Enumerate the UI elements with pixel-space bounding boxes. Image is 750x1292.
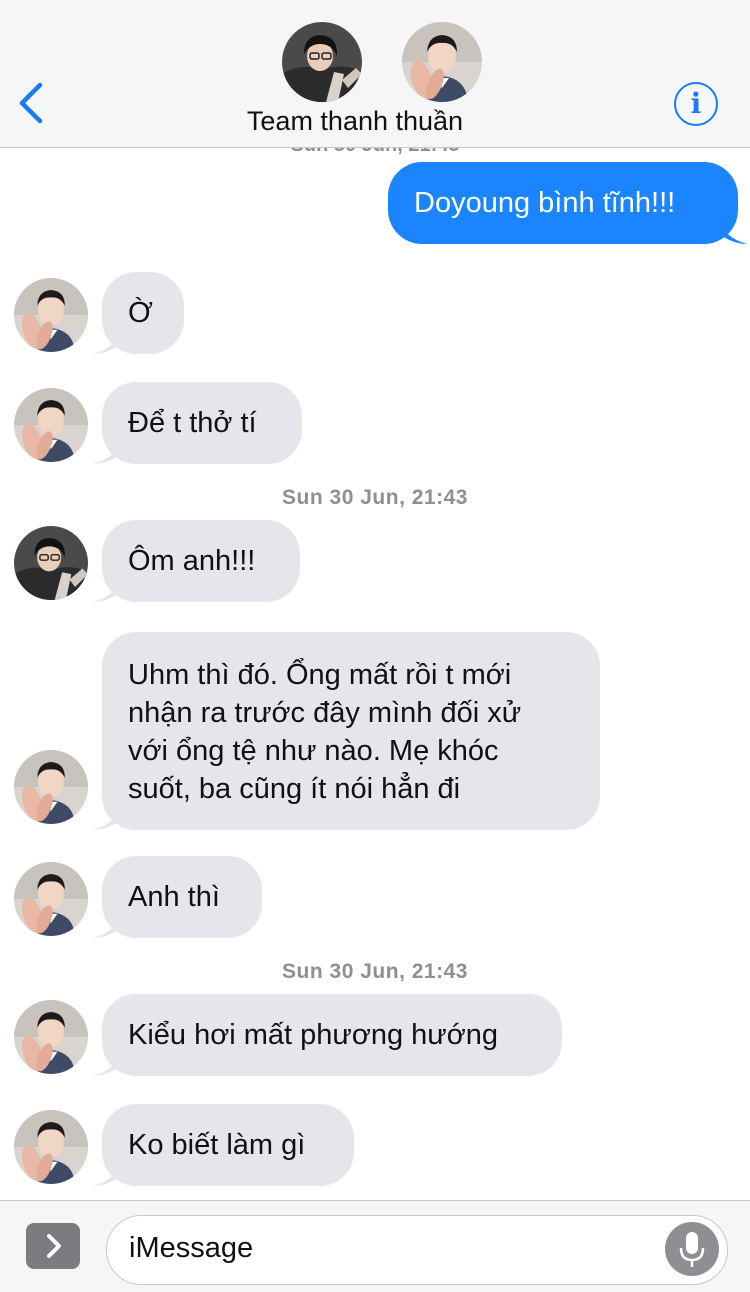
bubble-tail	[92, 1048, 120, 1076]
message-bubble-outgoing[interactable]: Doyoung bình tĩnh!!!	[388, 162, 748, 244]
message-line: suốt, ba cũng ít nói hẳn đi	[128, 773, 461, 805]
message-list[interactable]: Sun 30 Jun, 21:43 Doyoung bình tĩnh!!! Ờ…	[0, 148, 750, 1200]
message-input-placeholder: iMessage	[129, 1232, 254, 1264]
timestamp: Sun 30 Jun, 21:43	[282, 960, 468, 983]
apps-button[interactable]	[26, 1223, 80, 1269]
bubble-tail	[92, 574, 120, 602]
conversation-header: Team thanh thuần i	[0, 0, 750, 148]
message-text: Anh thì	[128, 881, 220, 913]
bubble-tail	[92, 326, 120, 354]
avatar[interactable]	[14, 750, 88, 824]
message-bubble-incoming[interactable]: Anh thì	[92, 856, 262, 938]
message-bubble-incoming[interactable]: Ôm anh!!!	[92, 520, 300, 602]
message-text: Doyoung bình tĩnh!!!	[414, 187, 676, 219]
microphone-icon	[679, 1232, 705, 1267]
bubble-tail	[92, 1158, 120, 1186]
timestamp: Sun 30 Jun, 21:43	[0, 148, 750, 157]
avatar[interactable]	[14, 526, 88, 600]
avatar	[402, 22, 482, 102]
group-title[interactable]: Team thanh thuần	[0, 106, 710, 137]
message-line: Uhm thì đó. Ổng mất rồi t mới	[128, 659, 512, 691]
bubble-tail	[92, 910, 120, 938]
avatar[interactable]	[14, 862, 88, 936]
compose-bar: iMessage	[0, 1200, 750, 1292]
message-line: nhận ra trước đây mình đối xử	[128, 697, 522, 729]
message-bubble-incoming[interactable]: Ờ	[92, 272, 184, 354]
bubble-tail	[720, 216, 748, 244]
message-text: Kiểu hơi mất phương hướng	[128, 1019, 498, 1051]
dictation-button[interactable]	[665, 1222, 719, 1276]
avatar[interactable]	[14, 1110, 88, 1184]
message-bubble-incoming[interactable]: Để t thở tí	[92, 382, 302, 464]
message-input[interactable]: iMessage	[106, 1215, 728, 1285]
avatar[interactable]	[14, 388, 88, 462]
avatar[interactable]	[14, 1000, 88, 1074]
chevron-right-icon	[47, 1234, 61, 1258]
info-button[interactable]: i	[674, 82, 718, 126]
avatar	[282, 22, 362, 102]
info-icon: i	[690, 87, 702, 120]
bubble-tail	[92, 436, 120, 464]
avatar[interactable]	[14, 278, 88, 352]
message-bubble-incoming[interactable]: Uhm thì đó. Ổng mất rồi t mới nhận ra tr…	[92, 632, 600, 830]
message-bubble-incoming[interactable]: Kiểu hơi mất phương hướng	[92, 994, 562, 1076]
message-text: Để t thở tí	[128, 407, 257, 439]
group-avatars[interactable]	[282, 22, 482, 104]
message-text: Ko biết làm gì	[128, 1129, 306, 1161]
message-line: với ổng tệ như nào. Mẹ khóc	[128, 735, 499, 767]
timestamp: Sun 30 Jun, 21:43	[282, 486, 468, 509]
message-text: Ờ	[128, 297, 153, 329]
message-bubble-incoming[interactable]: Ko biết làm gì	[92, 1104, 354, 1186]
bubble-tail	[92, 802, 120, 830]
message-text: Ôm anh!!!	[128, 545, 256, 577]
